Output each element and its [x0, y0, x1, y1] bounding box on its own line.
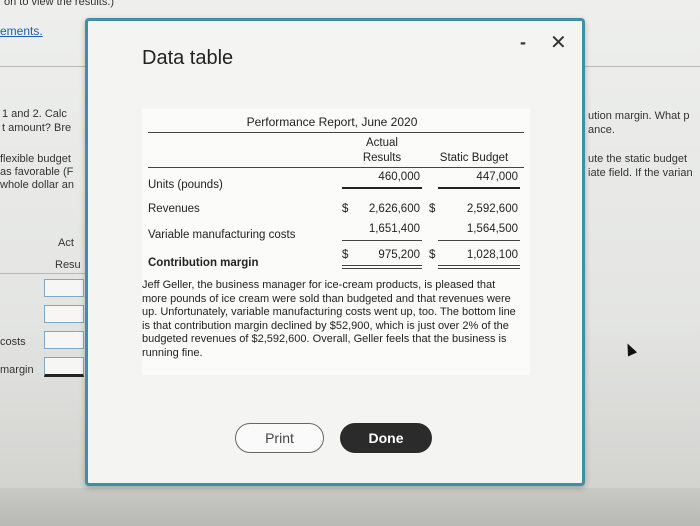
row-label: margin: [0, 364, 34, 376]
column-header: Act: [58, 237, 74, 249]
performance-report: Performance Report, June 2020 Actual Res…: [142, 109, 530, 375]
answer-input[interactable]: [44, 331, 84, 349]
column-header-actual: Results: [362, 152, 402, 164]
instruction-text: on to view the results.): [4, 0, 115, 8]
revenues-actual: 2,626,600: [368, 203, 420, 215]
screen-bezel: [0, 488, 700, 526]
currency-symbol: $: [429, 203, 436, 215]
divider: [0, 66, 85, 67]
divider: [342, 187, 422, 189]
contribution-margin-static: 1,028,100: [466, 249, 518, 261]
divider: [148, 132, 524, 133]
variable-costs-actual: 1,651,400: [368, 223, 420, 235]
close-icon[interactable]: ✕: [550, 33, 567, 53]
divider: [585, 66, 700, 67]
column-header-actual: Actual: [366, 137, 398, 149]
row-label-variable-costs: Variable manufacturing costs: [148, 229, 296, 241]
question-text: flexible budget: [0, 153, 71, 165]
answer-input[interactable]: [44, 357, 84, 377]
divider: [342, 265, 422, 266]
divider: [342, 268, 422, 269]
row-label: costs: [0, 336, 26, 348]
question-text: ute the static budget: [588, 153, 688, 165]
row-label-units: Units (pounds): [148, 179, 223, 191]
dialog-title: Data table: [142, 47, 234, 69]
divider: [438, 268, 520, 269]
divider: [0, 273, 85, 274]
divider: [438, 187, 520, 189]
row-label-revenues: Revenues: [148, 203, 200, 215]
variable-costs-static: 1,564,500: [466, 223, 518, 235]
answer-input[interactable]: [44, 279, 84, 297]
question-text: whole dollar an: [0, 179, 74, 191]
divider: [438, 240, 520, 241]
divider: [148, 167, 524, 168]
data-table-dialog: Data table - ✕ Performance Report, June …: [85, 18, 585, 486]
currency-symbol: $: [342, 249, 349, 261]
question-text: ance.: [588, 124, 615, 136]
report-narrative: Jeff Geller, the business manager for ic…: [142, 279, 516, 359]
units-actual: 460,000: [378, 171, 420, 183]
contribution-margin-actual: 975,200: [378, 249, 420, 261]
question-text: t amount? Bre: [2, 122, 72, 134]
question-text: ution margin. What p: [588, 110, 690, 122]
units-static: 447,000: [476, 171, 518, 183]
column-header: Resu: [55, 259, 81, 271]
question-text: iate field. If the varian: [588, 167, 693, 179]
divider: [438, 265, 520, 266]
print-button[interactable]: Print: [235, 423, 324, 453]
revenues-static: 2,592,600: [466, 203, 518, 215]
answer-input[interactable]: [44, 305, 84, 323]
question-text: 1 and 2. Calc: [2, 108, 67, 120]
divider: [342, 240, 422, 241]
minimize-button[interactable]: -: [520, 33, 526, 51]
question-text: as favorable (F: [0, 166, 74, 178]
currency-symbol: $: [429, 249, 436, 261]
currency-symbol: $: [342, 203, 349, 215]
requirements-link[interactable]: ements.: [0, 24, 43, 38]
column-header-static: Static Budget: [439, 152, 509, 164]
done-button[interactable]: Done: [340, 423, 432, 453]
row-label-contribution-margin: Contribution margin: [148, 257, 259, 269]
report-title: Performance Report, June 2020: [246, 115, 418, 129]
